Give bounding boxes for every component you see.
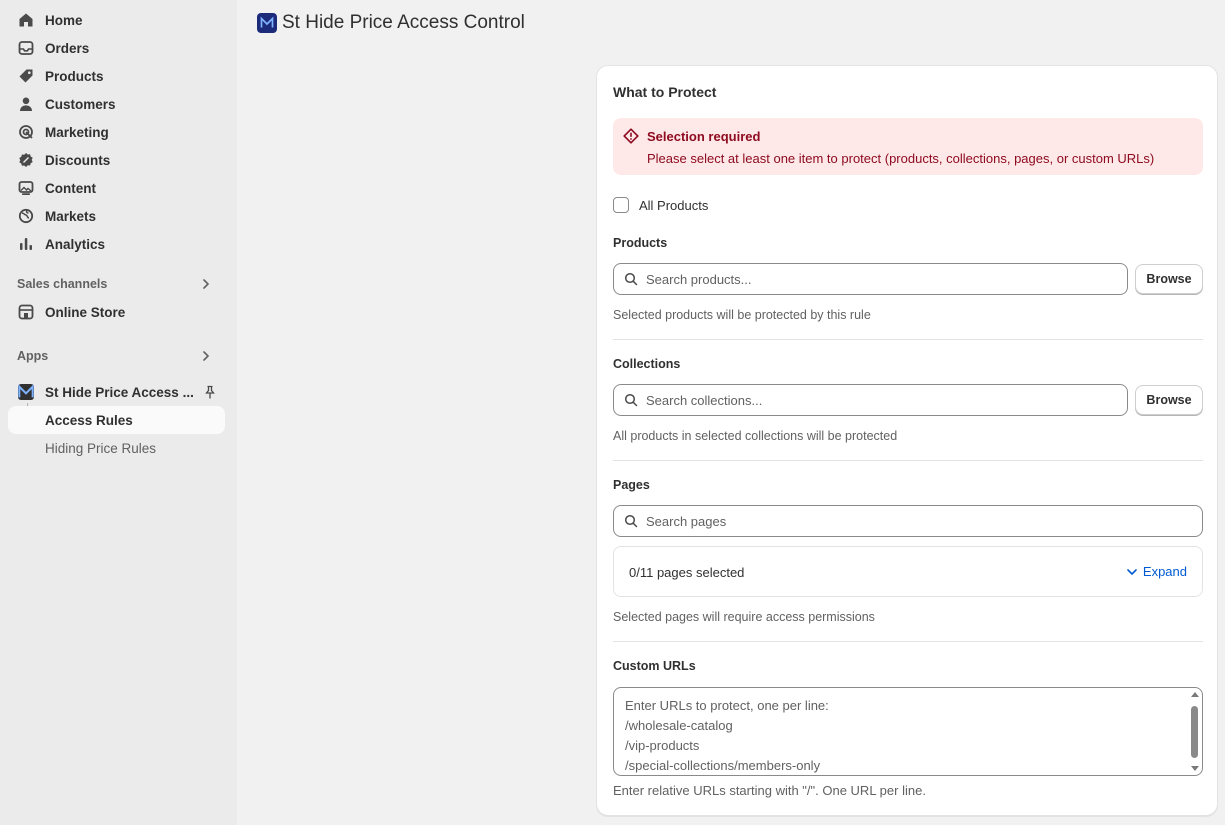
sidebar-item-home[interactable]: Home — [8, 6, 225, 34]
sidebar-item-label: Content — [45, 180, 96, 196]
selection-required-banner: Selection required Please select at leas… — [613, 118, 1203, 175]
store-icon — [18, 304, 34, 320]
sidebar-item-app[interactable]: St Hide Price Access ... — [8, 378, 225, 406]
chevron-right-icon — [203, 279, 210, 289]
custom-urls-label: Custom URLs — [613, 659, 696, 673]
page-title: St Hide Price Access Control — [282, 12, 525, 33]
sidebar-item-discounts[interactable]: Discounts — [8, 146, 225, 174]
card-title: What to Protect — [613, 84, 717, 100]
browse-products-button[interactable]: Browse — [1135, 264, 1203, 294]
search-icon — [624, 393, 638, 407]
search-icon — [624, 272, 638, 286]
pages-help-text: Selected pages will require access permi… — [613, 610, 875, 624]
app-logo-icon — [18, 384, 34, 400]
chevron-right-icon — [203, 351, 210, 361]
pages-search-input[interactable] — [613, 505, 1203, 537]
collections-search-field[interactable] — [646, 392, 1127, 408]
browse-collections-button[interactable]: Browse — [1135, 385, 1203, 415]
sidebar-item-orders[interactable]: Orders — [8, 34, 225, 62]
collections-label: Collections — [613, 357, 681, 371]
bar-chart-icon — [18, 236, 34, 252]
sales-channels-section[interactable]: Sales channels — [8, 272, 225, 296]
discount-icon — [18, 152, 34, 168]
all-products-checkbox[interactable] — [613, 197, 629, 213]
image-icon — [18, 180, 34, 196]
pages-selected-count: 0/11 pages selected — [629, 565, 745, 580]
sidebar-item-label: Hiding Price Rules — [45, 440, 157, 456]
section-label: Apps — [17, 349, 49, 363]
sidebar-item-access-rules[interactable]: Access Rules — [8, 406, 225, 434]
textarea-placeholder: Enter URLs to protect, one per line: /wh… — [625, 698, 829, 773]
sidebar-item-label: Home — [45, 12, 83, 28]
sidebar-item-label: Customers — [45, 96, 116, 112]
sidebar-item-markets[interactable]: Markets — [8, 202, 225, 230]
sidebar-item-online-store[interactable]: Online Store — [8, 298, 225, 326]
sidebar-item-label: Markets — [45, 208, 97, 224]
pin-icon[interactable] — [203, 385, 217, 399]
products-label: Products — [613, 236, 668, 250]
sidebar-item-hiding-price-rules[interactable]: Hiding Price Rules — [8, 434, 225, 462]
page-header: St Hide Price Access Control — [257, 12, 525, 34]
sidebar: Home Orders Products Customers Marketing… — [0, 0, 237, 825]
person-icon — [18, 96, 34, 112]
divider — [613, 460, 1203, 461]
section-label: Sales channels — [17, 277, 108, 291]
checkbox-label: All Products — [639, 197, 709, 213]
orders-icon — [18, 40, 34, 56]
divider — [613, 339, 1203, 340]
sidebar-item-label: Marketing — [45, 124, 109, 140]
globe-icon — [18, 208, 34, 224]
sidebar-item-customers[interactable]: Customers — [8, 90, 225, 118]
pages-selection-box: 0/11 pages selected Expand — [613, 546, 1203, 597]
collections-help-text: All products in selected collections wil… — [613, 429, 898, 443]
scroll-up-arrow-icon[interactable] — [1191, 692, 1199, 697]
scroll-down-arrow-icon[interactable] — [1191, 766, 1199, 771]
sidebar-item-label: Discounts — [45, 152, 111, 168]
products-search-input[interactable] — [613, 263, 1128, 295]
sidebar-item-label: Online Store — [45, 304, 126, 320]
all-products-checkbox-row[interactable]: All Products — [613, 197, 708, 213]
search-icon — [624, 514, 638, 528]
expand-label: Expand — [1142, 564, 1187, 579]
banner-title: Selection required — [647, 129, 761, 144]
pages-label: Pages — [613, 478, 650, 492]
target-icon — [18, 124, 34, 140]
sidebar-item-label: St Hide Price Access ... — [45, 384, 194, 400]
main-content: St Hide Price Access Control What to Pro… — [237, 0, 1225, 825]
sidebar-item-label: Access Rules — [45, 412, 133, 428]
sidebar-item-analytics[interactable]: Analytics — [8, 230, 225, 258]
sidebar-item-products[interactable]: Products — [8, 62, 225, 90]
custom-urls-help-text: Enter relative URLs starting with "/". O… — [613, 783, 926, 798]
sidebar-item-label: Analytics — [45, 236, 106, 252]
products-search-field[interactable] — [646, 271, 1127, 287]
app-logo-icon — [257, 13, 277, 33]
scroll-thumb[interactable] — [1191, 706, 1198, 758]
apps-section[interactable]: Apps — [8, 344, 225, 368]
sidebar-item-marketing[interactable]: Marketing — [8, 118, 225, 146]
pages-search-field[interactable] — [646, 513, 1202, 529]
home-icon — [18, 12, 34, 28]
alert-diamond-icon — [623, 128, 639, 144]
sidebar-item-content[interactable]: Content — [8, 174, 225, 202]
what-to-protect-card: What to Protect Selection required Pleas… — [596, 65, 1218, 816]
textarea-scrollbar[interactable] — [1189, 690, 1200, 773]
chevron-down-icon — [1127, 568, 1137, 575]
expand-pages-button[interactable]: Expand — [1126, 564, 1187, 579]
products-help-text: Selected products will be protected by t… — [613, 308, 871, 322]
divider — [613, 641, 1203, 642]
sidebar-item-label: Orders — [45, 40, 90, 56]
tag-icon — [18, 68, 34, 84]
banner-message: Please select at least one item to prote… — [647, 151, 1155, 166]
collections-search-input[interactable] — [613, 384, 1128, 416]
sidebar-item-label: Products — [45, 68, 104, 84]
custom-urls-textarea[interactable]: Enter URLs to protect, one per line: /wh… — [613, 687, 1203, 776]
